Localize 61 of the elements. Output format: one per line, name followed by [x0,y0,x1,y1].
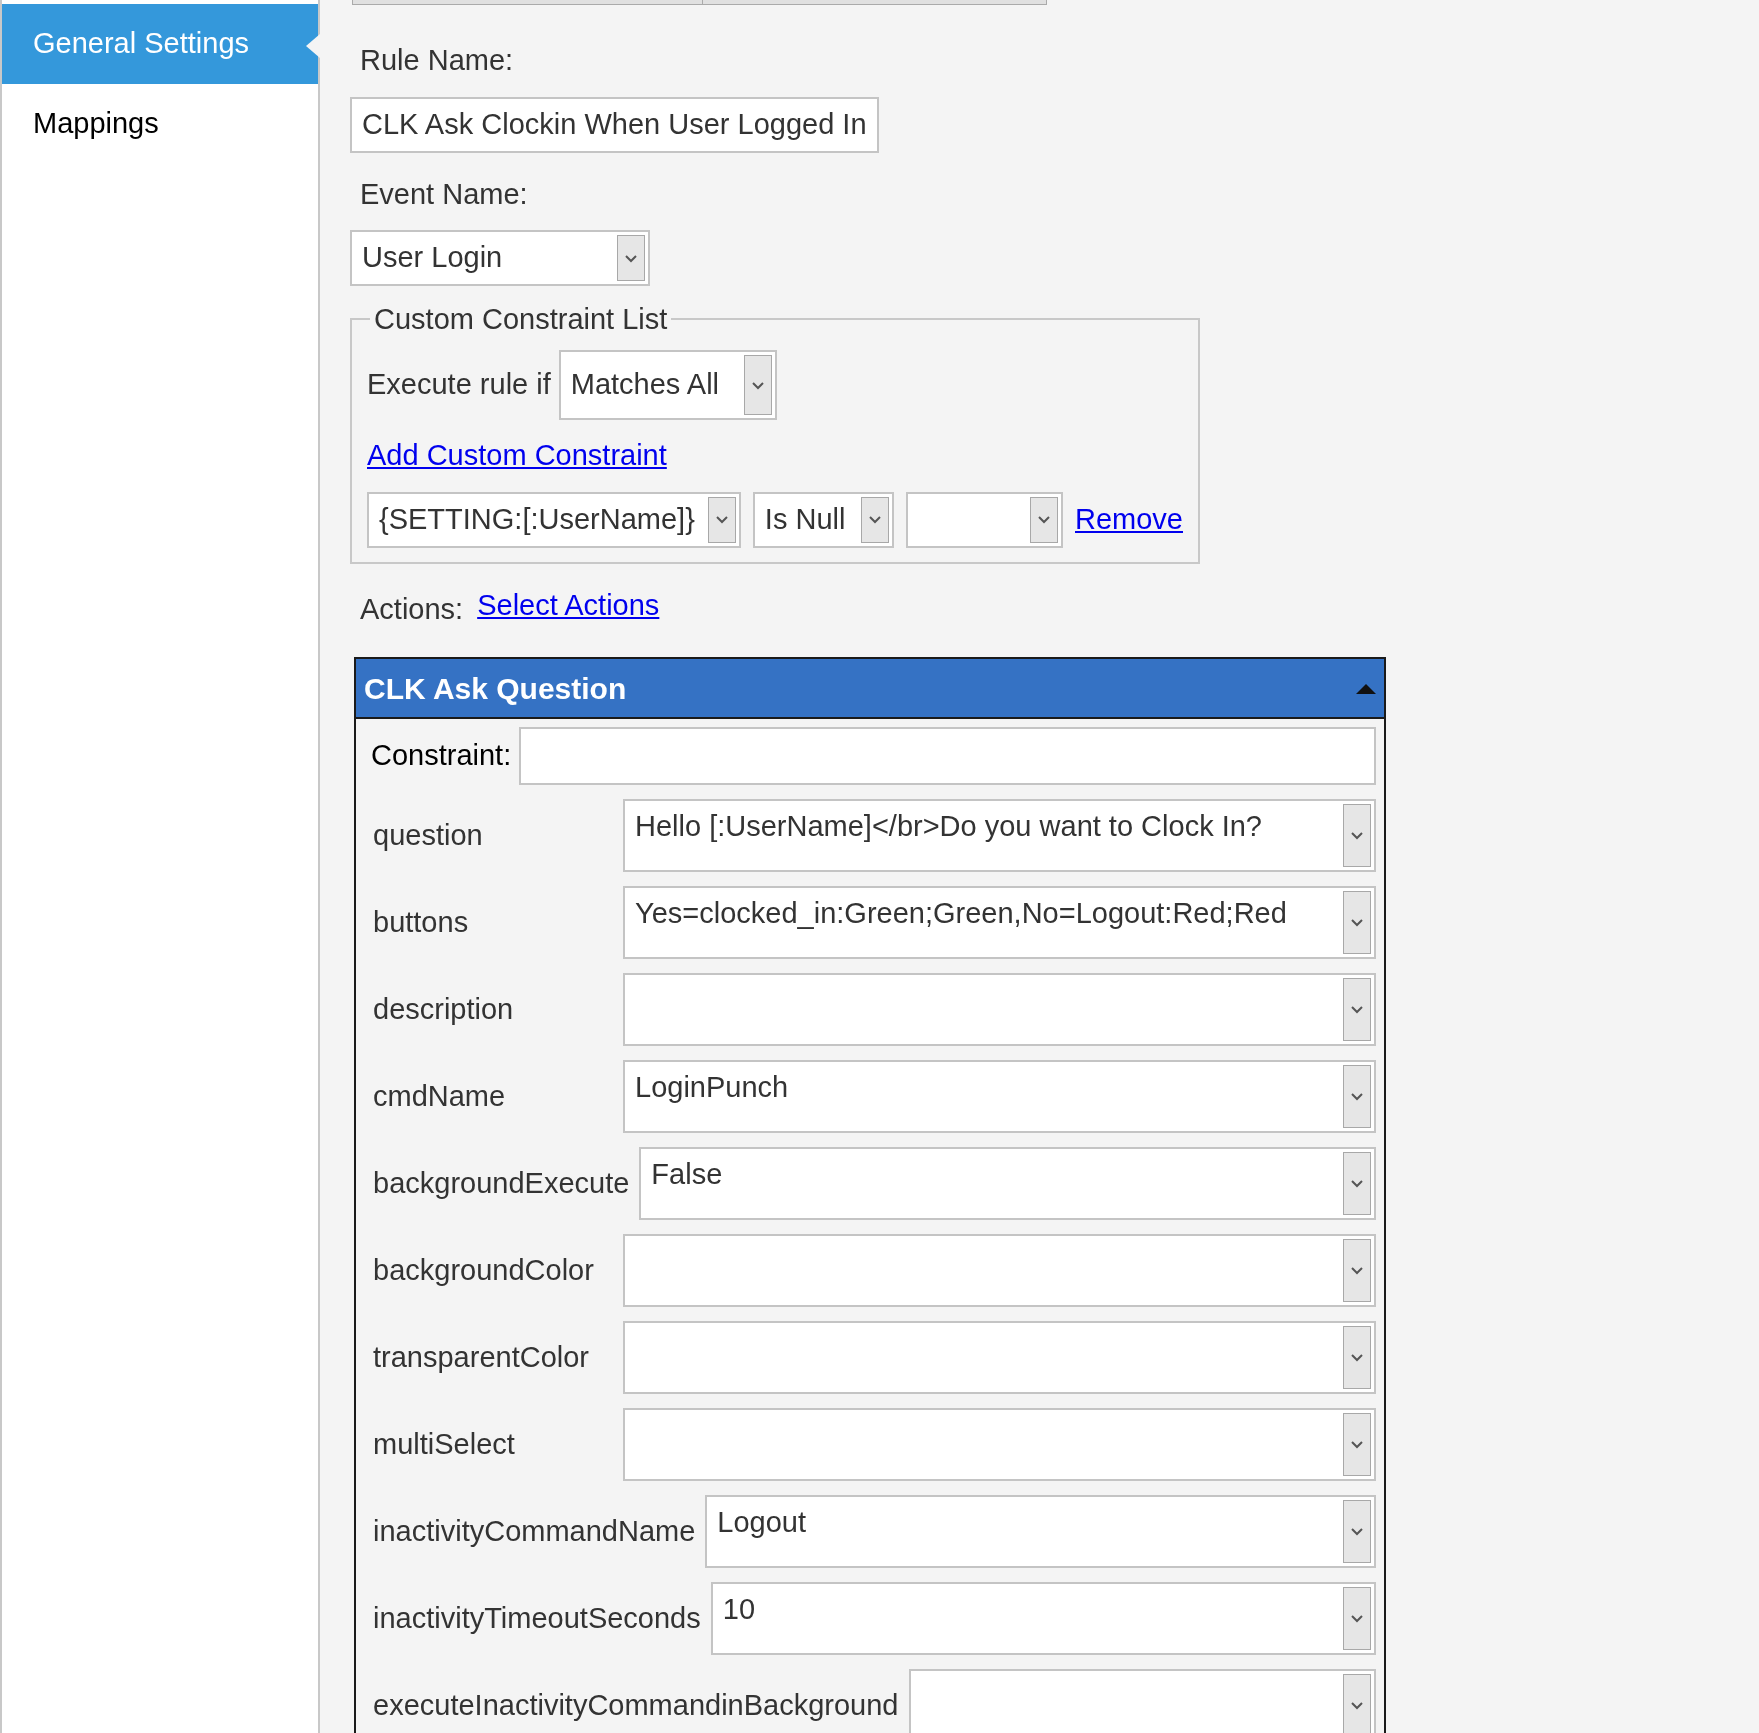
chevron-down-icon [624,253,638,263]
collapse-icon[interactable] [1356,682,1376,694]
field-label: backgroundExecute [373,1165,631,1201]
chevron-down-icon [1350,1353,1364,1362]
chevron-down-icon [1350,1527,1364,1536]
field-label: transparentColor [373,1339,590,1375]
chevron-down-icon [1350,1005,1364,1014]
dropdown-field[interactable] [623,973,1376,1046]
dropdown-field[interactable]: False [639,1147,1376,1220]
chevron-down-icon [1037,515,1051,524]
dropdown-field[interactable]: {SETTING:[:UserName]} [367,491,741,548]
dropdown-button[interactable] [617,235,645,281]
field-label: Constraint: [371,738,512,774]
field-label: description [373,991,515,1027]
chevron-down-icon [750,380,765,390]
dropdown-button[interactable] [1030,496,1058,543]
dropdown-button[interactable] [743,355,772,415]
sidebar-item[interactable]: Mappings [2,84,318,164]
dropdown-field[interactable]: 10 [710,1582,1376,1655]
remove-link[interactable]: Remove [1075,497,1183,542]
chevron-down-icon [1350,1440,1364,1449]
field-label: cmdName [373,1078,507,1114]
dropdown-field[interactable]: Matches All [558,350,777,420]
field-label: buttons [373,904,470,940]
chevron-down-icon [1350,1179,1364,1188]
panel-title: CLK Ask Question [364,670,627,707]
dropdown-field[interactable] [623,1408,1376,1481]
text-field[interactable]: CLK Ask Clockin When User Logged In [350,96,879,153]
dropdown-field[interactable]: LoginPunch [623,1060,1376,1133]
dropdown-button[interactable] [861,496,890,543]
dropdown-field[interactable]: Hello [:UserName]</br>Do you want to Clock In? [623,799,1376,872]
dropdown-field[interactable]: Yes=clocked_in:Green;Green,No=Logout:Red;Red [623,886,1376,959]
dropdown-field[interactable]: User Login [350,230,650,286]
dropdown-field[interactable] [906,491,1063,548]
dropdown-field[interactable] [623,1321,1376,1394]
field-label: Execute rule if [367,367,551,403]
chevron-down-icon [1350,1614,1364,1623]
select-actions-link[interactable]: Select Actions [477,583,660,627]
chevron-down-icon [1350,918,1364,927]
field-label: Rule Name: [360,43,514,78]
text-field[interactable] [519,727,1376,785]
dropdown-field[interactable] [623,1234,1376,1307]
dropdown-field[interactable]: Logout [705,1495,1376,1568]
chevron-down-icon [1350,1701,1364,1710]
chevron-down-icon [1350,831,1364,840]
field-label: executeInactivityCommandinBackground [373,1687,900,1723]
chevron-down-icon [868,515,883,524]
field-label: inactivityTimeoutSeconds [373,1600,702,1636]
field-label: backgroundColor [373,1252,595,1288]
dropdown-button[interactable] [707,496,736,543]
add-constraint-link[interactable]: Add Custom Constraint [367,434,667,478]
dropdown-field[interactable] [908,1669,1376,1733]
field-label: Actions: [360,591,464,627]
field-label: question [373,817,484,853]
dropdown-field[interactable]: Is Null [752,491,895,548]
field-label: multiSelect [373,1426,516,1462]
field-label: Event Name: [360,176,528,212]
chevron-down-icon [714,515,729,524]
chevron-down-icon [1350,1092,1364,1101]
chevron-down-icon [1350,1266,1364,1275]
field-label: inactivityCommandName [373,1513,697,1549]
